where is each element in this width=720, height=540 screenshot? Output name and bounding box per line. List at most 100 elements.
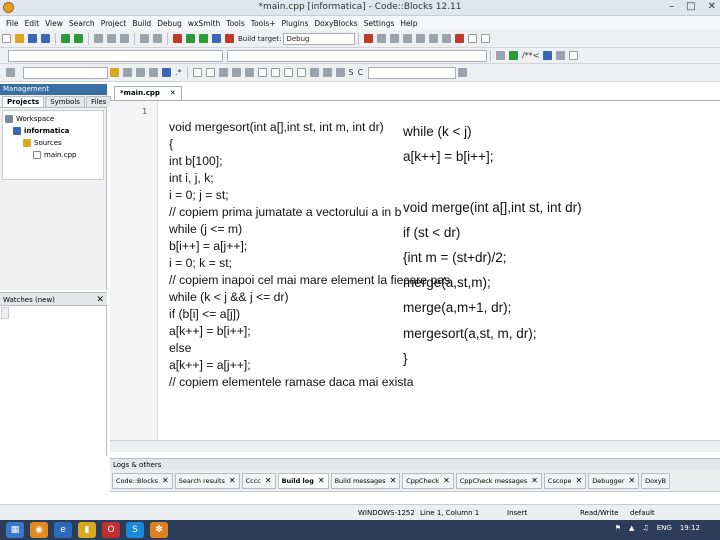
symbol-c-icon[interactable]: C xyxy=(358,68,364,77)
menu-settings[interactable]: Settings xyxy=(361,19,398,28)
clock[interactable]: 19:12 xyxy=(680,524,700,532)
close-icon[interactable]: ✕ xyxy=(443,476,450,485)
symbol-go-icon[interactable] xyxy=(458,68,468,77)
jump-forward-icon[interactable] xyxy=(509,51,518,60)
run-to-cursor-icon[interactable] xyxy=(377,34,387,43)
tree-item-project[interactable]: informatica xyxy=(5,125,101,137)
language-indicator[interactable]: ENG xyxy=(657,524,672,532)
paste-icon[interactable] xyxy=(120,34,129,43)
ie-icon[interactable]: e xyxy=(54,522,72,538)
layer-icon[interactable] xyxy=(283,68,293,77)
open-file-icon[interactable] xyxy=(15,34,24,43)
toggle-icon[interactable] xyxy=(6,68,15,77)
close-icon[interactable]: ✕ xyxy=(628,476,635,485)
doxy-html-icon[interactable] xyxy=(569,51,579,60)
log-tab-search-results[interactable]: Search results ✕ xyxy=(174,472,240,489)
debug-icon[interactable] xyxy=(364,34,374,43)
align-left-icon[interactable] xyxy=(218,68,228,77)
run-icon[interactable] xyxy=(186,34,195,43)
copy-icon[interactable] xyxy=(107,34,116,43)
menu-help[interactable]: Help xyxy=(397,19,420,28)
skype-icon[interactable]: S xyxy=(126,522,144,538)
menu-file[interactable]: File xyxy=(3,19,22,28)
log-tab-cppcheck[interactable]: CppCheck ✕ xyxy=(402,472,454,489)
close-icon[interactable]: ✕ xyxy=(576,476,583,485)
next-line-icon[interactable] xyxy=(390,34,400,43)
group-icon[interactable] xyxy=(296,68,306,77)
debug-windows-icon[interactable] xyxy=(468,34,478,43)
prev-match-icon[interactable] xyxy=(123,68,132,77)
log-tab-build-messages[interactable]: Build messages ✕ xyxy=(330,472,401,489)
close-icon[interactable]: ✕ xyxy=(229,476,236,485)
log-tab-cccc[interactable]: Cccc ✕ xyxy=(241,472,276,489)
close-icon[interactable]: ✕ xyxy=(96,293,104,307)
close-icon[interactable]: ✕ xyxy=(162,476,169,485)
close-icon[interactable]: ✕ xyxy=(318,476,325,485)
align-center-icon[interactable] xyxy=(231,68,241,77)
scope-select[interactable] xyxy=(8,49,223,62)
editor-tab-main-cpp[interactable]: *main.cpp ✕ xyxy=(114,86,182,100)
network-icon[interactable]: ▲ xyxy=(629,524,634,532)
redo-icon[interactable] xyxy=(74,34,83,43)
frame-icon[interactable] xyxy=(270,68,280,77)
clear-search-icon[interactable] xyxy=(149,68,158,77)
close-icon[interactable]: ✕ xyxy=(170,89,176,97)
tree-item-workspace[interactable]: Workspace xyxy=(5,113,101,125)
opera-icon[interactable]: O xyxy=(102,522,120,538)
menu-view[interactable]: View xyxy=(42,19,66,28)
log-tab-cppcheck-messages[interactable]: CppCheck messages ✕ xyxy=(455,472,542,489)
log-tab-codeblocks[interactable]: Code::Blocks ✕ xyxy=(112,472,173,489)
start-icon[interactable]: ▦ xyxy=(6,522,24,538)
new-file-icon[interactable] xyxy=(2,34,11,43)
replace-icon[interactable] xyxy=(153,34,162,43)
doxy-extract-icon[interactable] xyxy=(556,51,566,60)
next-match-icon[interactable] xyxy=(136,68,145,77)
zoom-fit-icon[interactable] xyxy=(335,68,345,77)
build-run-icon[interactable] xyxy=(199,34,208,43)
rebuild-icon[interactable] xyxy=(212,34,221,43)
menu-edit[interactable]: Edit xyxy=(22,19,43,28)
horizontal-scrollbar[interactable] xyxy=(110,440,720,452)
menu-wxsmith[interactable]: wxSmith xyxy=(185,19,223,28)
jump-back-icon[interactable] xyxy=(496,51,505,60)
symbol-select[interactable] xyxy=(368,66,457,79)
volume-icon[interactable]: ♫ xyxy=(642,524,648,532)
step-into-icon[interactable] xyxy=(403,34,413,43)
tree-item-main-cpp[interactable]: main.cpp xyxy=(5,149,101,161)
close-icon[interactable]: ✕ xyxy=(390,476,397,485)
close-icon[interactable]: ✕ xyxy=(265,476,272,485)
build-icon[interactable] xyxy=(173,34,182,43)
step-out-icon[interactable] xyxy=(416,34,426,43)
menu-doxyblocks[interactable]: DoxyBlocks xyxy=(311,19,360,28)
debug-info-icon[interactable] xyxy=(481,34,491,43)
toggle-comment-icon[interactable]: /**< xyxy=(522,51,539,60)
firefox-icon[interactable]: ◉ xyxy=(30,522,48,538)
menu-build[interactable]: Build xyxy=(129,19,154,28)
menu-plugins[interactable]: Plugins xyxy=(279,19,312,28)
save-icon[interactable] xyxy=(28,34,37,43)
tab-projects[interactable]: Projects xyxy=(2,96,45,107)
block-icon[interactable] xyxy=(257,68,267,77)
highlight-icon[interactable] xyxy=(110,68,119,77)
abort-icon[interactable] xyxy=(225,34,234,43)
save-all-icon[interactable] xyxy=(41,34,50,43)
match-case-icon[interactable] xyxy=(162,68,171,77)
minimize-button[interactable]: – xyxy=(669,1,674,12)
log-tab-debugger[interactable]: Debugger ✕ xyxy=(588,472,640,489)
undo-icon[interactable] xyxy=(61,34,70,43)
log-tab-cscope[interactable]: Cscope ✕ xyxy=(543,472,587,489)
menu-search[interactable]: Search xyxy=(66,19,98,28)
code-editor[interactable]: 1 void mergesort(int a[],int st, int m, … xyxy=(110,100,720,452)
code-text-merge[interactable]: while (k < j) a[k++] = b[i++]; void merg… xyxy=(403,119,582,371)
shape-rect-icon[interactable] xyxy=(192,68,202,77)
function-select[interactable] xyxy=(227,49,487,62)
menu-tools[interactable]: Tools xyxy=(223,19,247,28)
doxy-wizard-icon[interactable] xyxy=(543,51,553,60)
zoom-in-icon[interactable] xyxy=(309,68,319,77)
stop-debugger-icon[interactable] xyxy=(455,34,465,43)
align-right-icon[interactable] xyxy=(244,68,254,77)
log-tab-doxyblocks[interactable]: DoxyB xyxy=(641,472,671,489)
menu-project[interactable]: Project xyxy=(98,19,130,28)
regex-icon[interactable]: .* xyxy=(175,68,182,77)
incremental-search-input[interactable] xyxy=(23,66,108,79)
